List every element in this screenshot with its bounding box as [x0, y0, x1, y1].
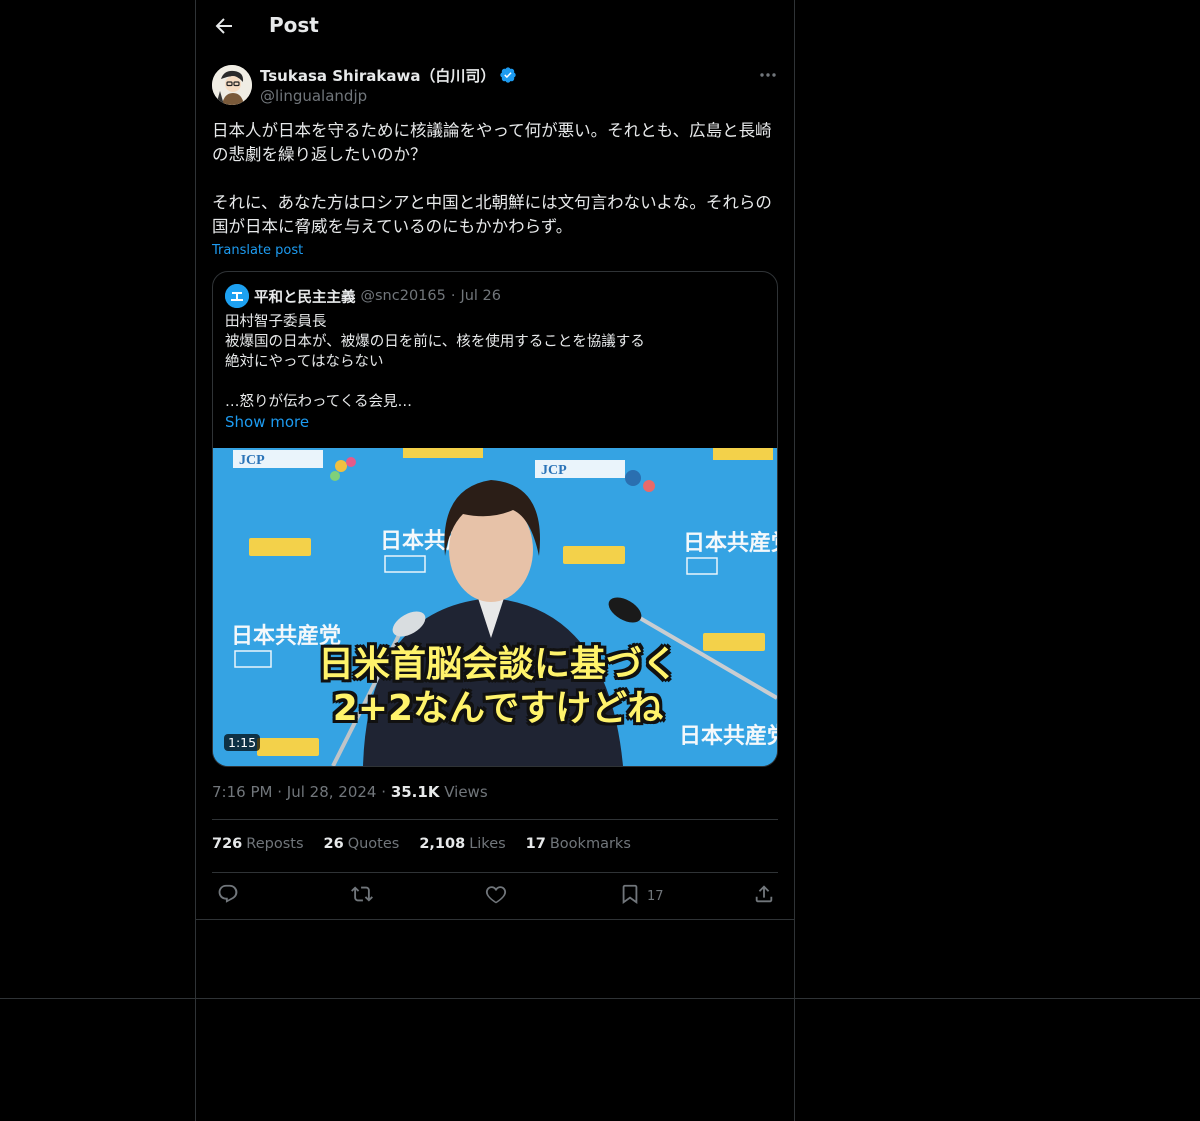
- reposts-count: 726: [212, 836, 243, 852]
- verified-badge-icon: [499, 66, 517, 84]
- svg-text:日本共産党: 日本共産党: [683, 530, 777, 556]
- post-time[interactable]: 7:16 PM: [212, 783, 272, 801]
- separator-dot: ·: [450, 288, 456, 304]
- translate-post-link[interactable]: Translate post: [212, 243, 303, 258]
- divider: [212, 819, 778, 820]
- avatar[interactable]: [212, 65, 252, 105]
- bookmark-icon: [619, 883, 641, 909]
- divider: [0, 998, 1200, 999]
- post-text: 日本人が日本を守るために核議論をやって何が悪い。それとも、広島と長崎の悲劇を繰り…: [212, 121, 772, 236]
- quoted-post-header: 平和と民主主義 @snc20165 · Jul 26: [225, 284, 501, 308]
- more-options-icon[interactable]: [756, 64, 780, 86]
- author-name[interactable]: Tsukasa Shirakawa（白川司）: [260, 65, 495, 86]
- repost-button[interactable]: [351, 885, 373, 907]
- page-header: Post: [196, 0, 794, 53]
- quotes-label: Quotes: [347, 836, 400, 852]
- likes-label: Likes: [469, 836, 506, 852]
- reply-icon: [217, 883, 239, 909]
- video-caption: 日米首脳会談に基づく 2+2なんですけどね: [317, 644, 678, 729]
- share-button[interactable]: [753, 885, 775, 907]
- quoted-post-text: 田村智子委員長 被爆国の日本が、被爆の日を前に、核を使用することを協議する 絶対…: [225, 314, 645, 410]
- reply-button[interactable]: [217, 883, 239, 909]
- post-meta: 7:16 PM · Jul 28, 2024 · 35.1K Views: [212, 783, 488, 801]
- quoted-author-name[interactable]: 平和と民主主義: [254, 286, 356, 307]
- quoted-avatar[interactable]: [225, 284, 249, 308]
- share-icon: [753, 883, 775, 909]
- like-button[interactable]: [485, 885, 507, 907]
- svg-text:JCP: JCP: [541, 463, 567, 478]
- bookmarks-count: 17: [525, 836, 546, 852]
- likes-stat[interactable]: 2,108 Likes: [419, 836, 505, 852]
- reposts-label: Reposts: [246, 836, 304, 852]
- quoted-author-handle[interactable]: @snc20165: [361, 288, 446, 304]
- separator-dot: ·: [381, 783, 387, 801]
- bookmarks-stat[interactable]: 17 Bookmarks: [526, 836, 631, 852]
- views-label: Views: [444, 783, 488, 801]
- arrow-left-icon[interactable]: [212, 14, 236, 38]
- author-handle[interactable]: @lingualandjp: [260, 87, 367, 105]
- post-stats: 726 Reposts 26 Quotes 2,108 Likes 17 Bookmar…: [212, 836, 631, 852]
- heart-icon: [485, 883, 507, 909]
- video-player[interactable]: JCP JCP 日本共産 日本共産党 日本共産党 日本共産党: [213, 448, 777, 766]
- action-bar: 17: [196, 873, 794, 920]
- main-column: Post Tsukasa Shirakawa（白川司） @lingualandj…: [195, 0, 795, 1121]
- jcp-logo-text: JCP: [239, 453, 265, 468]
- reposts-stat[interactable]: 726 Reposts: [212, 836, 304, 852]
- separator-dot: ·: [277, 783, 283, 801]
- page-title: Post: [269, 13, 319, 37]
- bookmark-count: 17: [647, 888, 664, 904]
- author-name-row: Tsukasa Shirakawa（白川司）: [260, 65, 517, 85]
- quotes-stat[interactable]: 26 Quotes: [324, 836, 400, 852]
- repost-icon: [351, 883, 373, 909]
- views-count: 35.1K: [390, 783, 440, 801]
- bookmark-button[interactable]: 17: [619, 883, 664, 909]
- post-date[interactable]: Jul 28, 2024: [287, 783, 377, 801]
- divider: [196, 919, 794, 920]
- quoted-post-date[interactable]: Jul 26: [460, 288, 501, 304]
- bookmarks-label: Bookmarks: [549, 836, 631, 852]
- quotes-count: 26: [323, 836, 344, 852]
- show-more-link[interactable]: Show more: [225, 413, 309, 431]
- quoted-post[interactable]: 平和と民主主義 @snc20165 · Jul 26 田村智子委員長 被爆国の日…: [212, 271, 778, 767]
- video-duration: 1:15: [224, 734, 261, 751]
- likes-count: 2,108: [419, 836, 466, 852]
